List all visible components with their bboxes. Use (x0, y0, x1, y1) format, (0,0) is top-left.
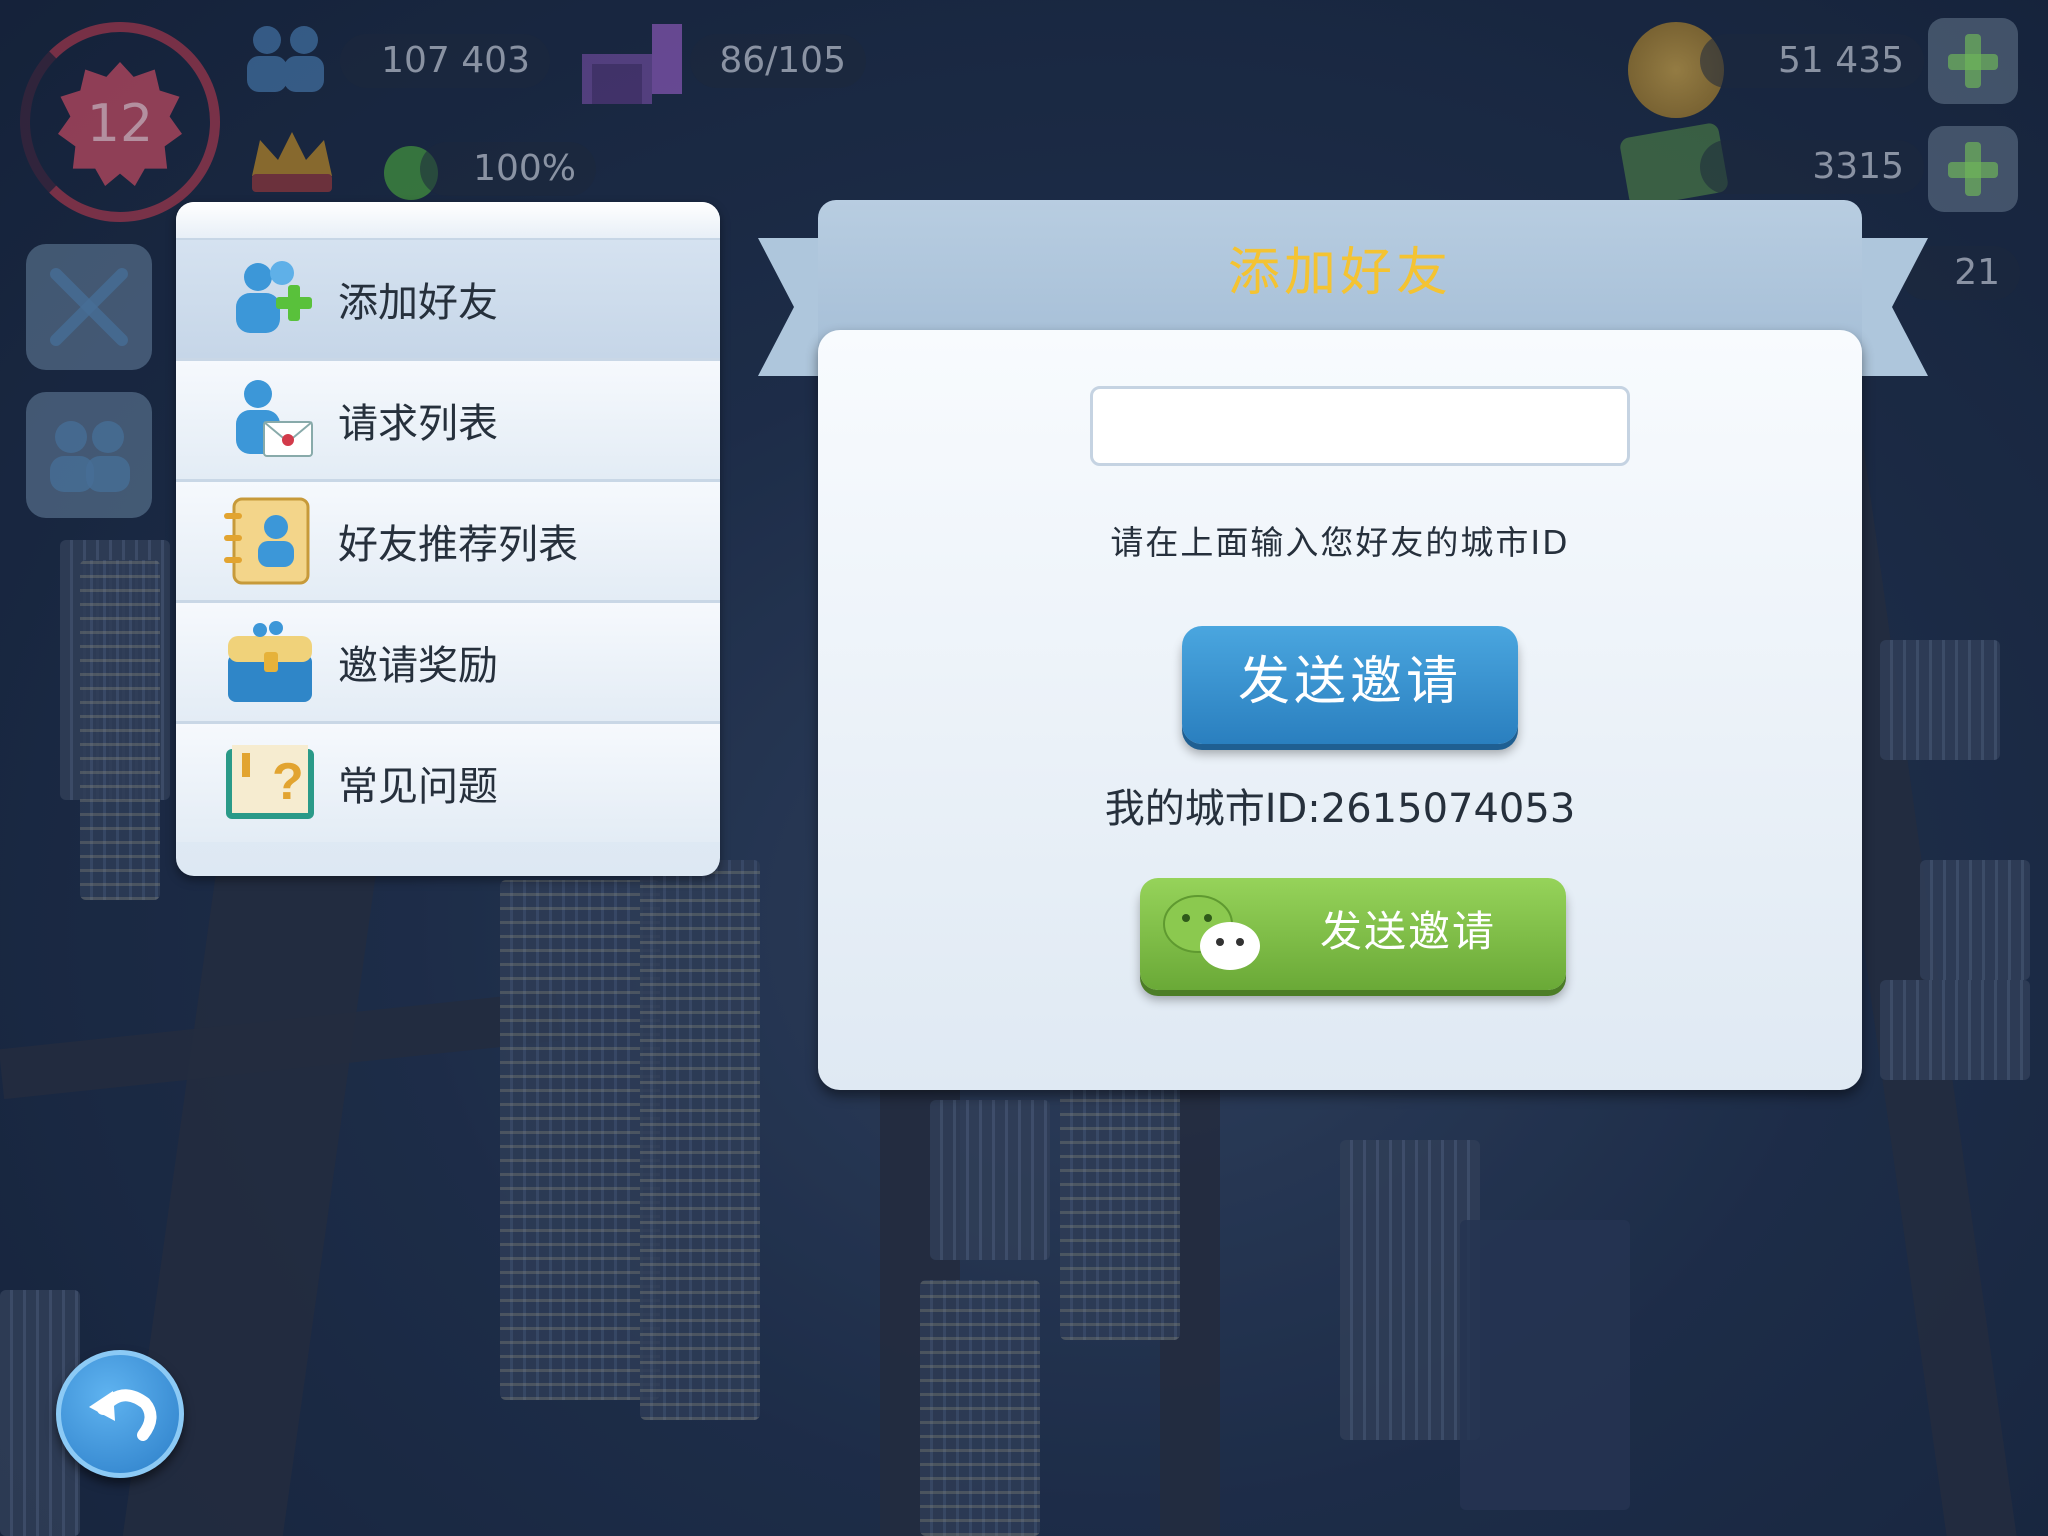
friends-side-button[interactable] (26, 392, 152, 518)
add-friend-icon (220, 251, 320, 347)
back-button[interactable] (56, 1350, 184, 1478)
menu-item-label: 常见问题 (338, 764, 498, 810)
friends-icon (50, 421, 130, 492)
simoleons-counter: 51 435 (1700, 34, 1924, 88)
menu-item-label: 好友推荐列表 (338, 522, 578, 568)
recommended-friends-icon (220, 493, 320, 589)
population-icon (232, 18, 342, 98)
wechat-invite-label: 发送邀请 (1320, 907, 1497, 956)
request-list-icon (220, 372, 320, 468)
simcash-counter: 3315 (1700, 140, 1924, 194)
buy-simoleons-button[interactable] (1928, 18, 2018, 104)
storage-icon (572, 14, 702, 114)
input-hint: 请在上面输入您好友的城市ID (1110, 523, 1570, 562)
menu-item-faq[interactable]: ? 常见问题 (176, 724, 720, 842)
wechat-icon (1163, 895, 1260, 970)
menu-item-recommended-friends[interactable]: 好友推荐列表 (176, 482, 720, 603)
treasure-chest-icon (220, 614, 320, 710)
menu-item-label: 添加好友 (338, 280, 498, 326)
my-city-id: 我的城市ID:2615074053 (1104, 786, 1576, 832)
send-invite-button[interactable]: 发送邀请 (1182, 626, 1518, 744)
wechat-invite-button[interactable]: 发送邀请 (1140, 878, 1566, 990)
menu-item-invite-rewards[interactable]: 邀请奖励 (176, 603, 720, 724)
population-counter: 107 403 (340, 34, 550, 88)
tools-button[interactable] (26, 244, 152, 370)
buy-simcash-button[interactable] (1928, 126, 2018, 212)
city-id-input[interactable] (1090, 386, 1630, 466)
svg-text:?: ? (272, 753, 304, 811)
storage-counter: 86/105 (690, 34, 866, 88)
back-arrow-icon (89, 1389, 157, 1441)
menu-item-label: 邀请奖励 (338, 643, 498, 689)
vip-crown-icon (244, 126, 340, 196)
menu-item-label: 请求列表 (338, 401, 498, 447)
faq-book-icon: ? (220, 735, 320, 831)
dialog-title: 添加好友 (1227, 243, 1452, 303)
add-friend-dialog: 请在上面输入您好友的城市ID 发送邀请 我的城市ID:2615074053 发送… (818, 330, 1862, 1090)
wrench-screwdriver-icon (50, 268, 128, 346)
dialog-header: 添加好友 (818, 200, 1862, 350)
menu-item-add-friend[interactable]: 添加好友 (176, 240, 720, 361)
friends-menu: 添加好友 请求列表 好友推荐列表 邀请奖励 ? 常见问题 (176, 202, 720, 876)
happiness-counter: 100% (420, 142, 596, 196)
menu-item-request-list[interactable]: 请求列表 (176, 361, 720, 482)
